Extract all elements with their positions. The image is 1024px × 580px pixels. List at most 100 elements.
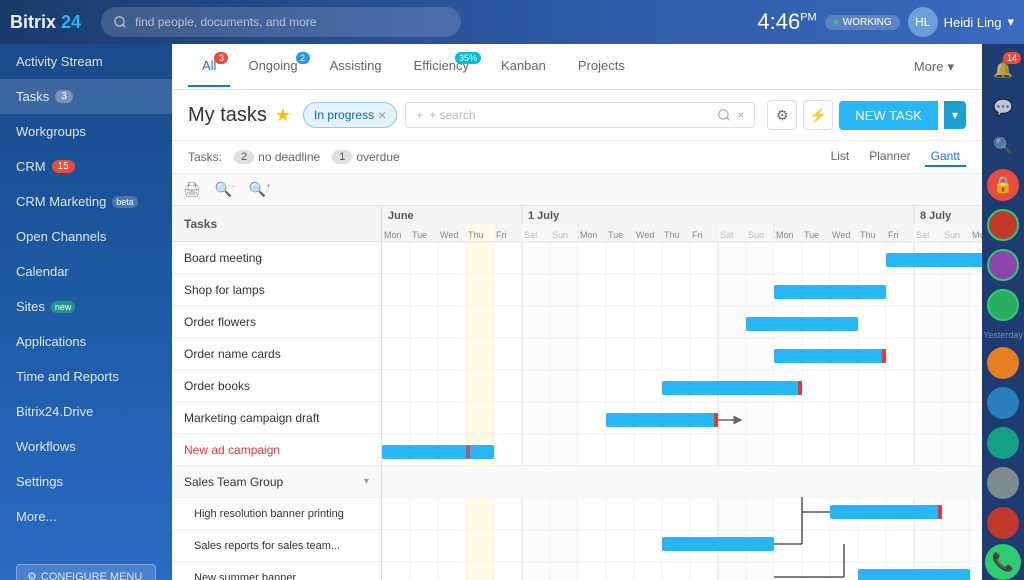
tab-ongoing[interactable]: Ongoing 2 (234, 46, 311, 87)
crm-badge: 15 (52, 160, 75, 173)
gantt-view-button[interactable]: Gantt (925, 147, 966, 167)
zoom-in-icon[interactable]: 🔍+ (246, 178, 274, 201)
tab-kanban[interactable]: Kanban (487, 46, 560, 87)
tab-assisting[interactable]: Assisting (316, 46, 396, 87)
planner-view-button[interactable]: Planner (863, 147, 916, 167)
sidebar-item-applications[interactable]: Applications (0, 324, 172, 359)
working-status[interactable]: ● WORKING (825, 15, 900, 30)
sidebar-item-more[interactable]: More... (0, 499, 172, 534)
search-icon (717, 108, 731, 122)
expand-icon[interactable]: ▾ (364, 476, 369, 487)
top-nav: Bitrix 24 4:46PM ● WORKING HL Heidi Ling… (0, 0, 1024, 44)
task-row-new-ad[interactable]: New ad campaign (172, 434, 381, 466)
task-row[interactable]: Marketing campaign draft (172, 402, 381, 434)
sidebar-item-label: Workgroups (16, 124, 86, 139)
svg-text:Sat: Sat (916, 230, 930, 240)
sidebar-item-crm-marketing[interactable]: CRM Marketing beta (0, 184, 172, 219)
print-icon[interactable]: 🖨 (180, 178, 204, 201)
task-row[interactable]: Order books (172, 370, 381, 402)
chevron-down-icon: ▾ (947, 59, 954, 75)
svg-text:June: June (388, 210, 414, 222)
task-group-sales-team[interactable]: Sales Team Group ▾ (172, 466, 381, 498)
sidebar-item-workgroups[interactable]: Workgroups (0, 114, 172, 149)
remove-filter-icon[interactable]: × (378, 107, 386, 123)
avatar-5[interactable] (987, 387, 1019, 419)
main-layout: Activity Stream Tasks 3 Workgroups CRM 1… (0, 44, 1024, 580)
sidebar-item-label: CRM (16, 159, 46, 174)
chat-button[interactable]: 💬 (985, 90, 1021, 126)
time-block: 4:46PM ● WORKING HL Heidi Ling ▾ (757, 7, 1014, 37)
list-view-button[interactable]: List (825, 147, 856, 167)
avatar-8[interactable] (987, 507, 1019, 539)
svg-text:Sun: Sun (748, 230, 764, 240)
tab-projects[interactable]: Projects (564, 46, 639, 87)
task-row[interactable]: Order name cards (172, 338, 381, 370)
svg-text:Sun: Sun (944, 230, 960, 240)
search-icon (113, 15, 127, 29)
online-avatar-1[interactable] (987, 209, 1019, 241)
sidebar-item-label: Settings (16, 474, 63, 489)
sidebar-item-open-channels[interactable]: Open Channels (0, 219, 172, 254)
sidebar-item-drive[interactable]: Bitrix24.Drive (0, 394, 172, 429)
settings-icon-button[interactable]: ⚙ (767, 100, 797, 130)
tab-efficiency[interactable]: Efficiency 35% (400, 46, 483, 87)
right-panel: 🔔 14 💬 🔍 🔒 Yesterday 📞 (982, 44, 1024, 580)
sidebar-item-sites[interactable]: Sites new (0, 289, 172, 324)
app-logo[interactable]: Bitrix 24 (10, 12, 81, 33)
task-row[interactable]: Shop for lamps (172, 274, 381, 306)
sidebar-item-settings[interactable]: Settings (0, 464, 172, 499)
sidebar-item-label: Activity Stream (16, 54, 103, 69)
svg-text:Tue: Tue (412, 230, 427, 240)
search-input[interactable] (135, 15, 449, 29)
sidebar-item-workflows[interactable]: Workflows (0, 429, 172, 464)
sidebar-item-activity[interactable]: Activity Stream (0, 44, 172, 79)
new-task-button[interactable]: NEW TASK (839, 101, 938, 130)
avatar-6[interactable] (987, 427, 1019, 459)
avatar-7[interactable] (987, 467, 1019, 499)
svg-text:Thu: Thu (860, 230, 876, 240)
global-search[interactable] (101, 7, 461, 37)
online-avatar-2[interactable] (987, 249, 1019, 281)
task-row[interactable]: High resolution banner printing (172, 498, 381, 530)
task-row[interactable]: Order flowers (172, 306, 381, 338)
sidebar-item-tasks[interactable]: Tasks 3 (0, 79, 172, 114)
sidebar-item-label: Bitrix24.Drive (16, 404, 93, 419)
task-row[interactable]: Sales reports for sales team... (172, 530, 381, 562)
tab-efficiency-badge: 35% (455, 52, 481, 64)
sidebar-item-label: Tasks (16, 89, 49, 104)
user-menu[interactable]: HL Heidi Ling ▾ (908, 7, 1014, 37)
content-area: All 3 Ongoing 2 Assisting Efficiency 35%… (172, 44, 982, 580)
phone-button[interactable]: 📞 (985, 544, 1021, 580)
sidebar-item-crm[interactable]: CRM 15 (0, 149, 172, 184)
avatar-4[interactable] (987, 347, 1019, 379)
crm-marketing-badge: beta (112, 196, 138, 208)
tabs-more-button[interactable]: More ▾ (902, 51, 966, 83)
online-avatar-3[interactable] (987, 289, 1019, 321)
lock-button[interactable]: 🔒 (987, 169, 1019, 201)
gantt-body: Tasks Board meeting Shop for lamps Order… (172, 206, 982, 580)
clear-search-icon[interactable]: × (737, 108, 744, 122)
yesterday-label: Yesterday (983, 330, 1023, 340)
svg-text:Mon: Mon (972, 230, 982, 240)
tab-all[interactable]: All 3 (188, 46, 230, 87)
svg-text:Fri: Fri (496, 230, 507, 240)
page-header: My tasks ★ In progress × + + search × (172, 90, 982, 141)
task-search[interactable]: + + search × (405, 102, 755, 128)
configure-menu-button[interactable]: ⚙ CONFIGURE MENU (16, 564, 156, 580)
zoom-out-icon[interactable]: 🔍- (212, 178, 238, 201)
new-task-dropdown-button[interactable]: ▾ (944, 101, 966, 129)
sidebar-item-calendar[interactable]: Calendar (0, 254, 172, 289)
task-row[interactable]: New summer banner (172, 562, 381, 580)
sidebar-item-time-reports[interactable]: Time and Reports (0, 359, 172, 394)
search-button[interactable]: 🔍 (985, 128, 1021, 164)
svg-text:Sat: Sat (720, 230, 734, 240)
favorite-star-icon[interactable]: ★ (275, 105, 291, 126)
in-progress-filter[interactable]: In progress × (303, 102, 397, 128)
sidebar-item-label: Workflows (16, 439, 76, 454)
lightning-icon-button[interactable]: ⚡ (803, 100, 833, 130)
task-stats: Tasks: 2 no deadline 1 overdue (188, 150, 400, 164)
filter-area: In progress × + + search × (303, 102, 755, 128)
task-row[interactable]: Board meeting (172, 242, 381, 274)
tasks-badge: 3 (55, 90, 73, 103)
notifications-button[interactable]: 🔔 14 (985, 52, 1021, 88)
